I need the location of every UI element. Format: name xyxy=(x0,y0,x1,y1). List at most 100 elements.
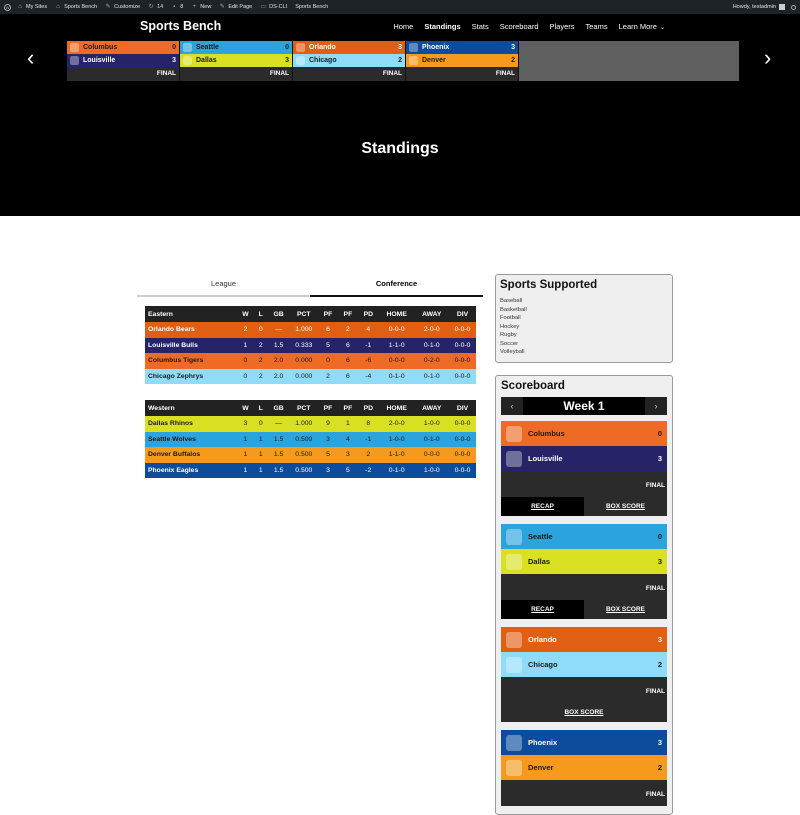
team-name-link[interactable]: Columbus Tigers xyxy=(145,353,237,369)
avatar[interactable] xyxy=(779,4,785,10)
nav-scoreboard[interactable]: Scoreboard xyxy=(500,22,539,31)
stat-cell: 0.000 xyxy=(295,357,313,365)
team-logo-icon xyxy=(506,450,522,467)
column-header: AWAY xyxy=(414,306,449,322)
stat-cell: 2.0 xyxy=(273,372,284,380)
stat-cell: 8 xyxy=(366,420,371,428)
prev-week-button[interactable]: ‹ xyxy=(501,397,523,415)
scoreboard-team-row: Dallas 3 xyxy=(501,549,667,574)
column-header: PCT xyxy=(289,400,319,416)
team-score: 3 xyxy=(657,454,662,463)
stat-cell: 1 xyxy=(346,420,350,428)
ticker-game[interactable]: Phoenix 3 Denver 2 FINAL xyxy=(406,41,519,81)
column-header: PD xyxy=(357,306,379,322)
team-name[interactable]: Dallas xyxy=(528,557,658,566)
ticker-prev-arrow[interactable]: ‹ xyxy=(27,47,34,69)
admin-updates[interactable]: ↻ 14 xyxy=(148,4,164,10)
team-name[interactable]: Denver xyxy=(528,763,658,772)
stat-cell: 0-0-0 xyxy=(388,326,405,334)
team-score: 0 xyxy=(657,532,662,541)
nav-home[interactable]: Home xyxy=(393,22,413,31)
team-name-link[interactable]: Denver Buffalos xyxy=(145,447,237,463)
stat-cell: -6 xyxy=(365,357,372,365)
admin-sports-bench[interactable]: Sports Bench xyxy=(295,4,328,10)
main-nav: Home Standings Stats Scoreboard Players … xyxy=(393,22,665,31)
team-score: 0 xyxy=(657,429,662,438)
team-logo-icon xyxy=(70,56,79,65)
week-navigator: ‹ Week 1 › xyxy=(501,397,667,415)
admin-site-name[interactable]: ⌂ Sports Bench xyxy=(55,4,97,10)
tab-league[interactable]: League xyxy=(137,279,310,297)
admin-new[interactable]: + New xyxy=(191,4,212,10)
team-logo-icon xyxy=(183,56,192,65)
table-row: Louisville Bulls 1 2 1.5 0.333 5 6 -1 1-1-0 0-1-0… xyxy=(145,337,476,354)
stat-cell: 0-0-0 xyxy=(454,357,471,365)
stat-cell: 3 xyxy=(326,435,330,443)
admin-comments[interactable]: ▪ 8 xyxy=(171,4,183,10)
admin-greeting[interactable]: Howdy, testadmin xyxy=(733,4,776,10)
ticker-game[interactable]: Seattle 0 Dallas 3 FINAL xyxy=(180,41,293,81)
team-name: Columbus xyxy=(83,44,118,51)
stat-cell: 0-1-0 xyxy=(423,341,440,349)
stat-cell: 0-0-0 xyxy=(454,466,471,474)
team-name[interactable]: Louisville xyxy=(528,454,658,463)
next-week-button[interactable]: › xyxy=(645,397,667,415)
team-name-link[interactable]: Phoenix Eagles xyxy=(145,463,237,479)
column-header: PF xyxy=(318,400,338,416)
ticker-next-arrow[interactable]: › xyxy=(764,47,771,69)
stat-cell: -1 xyxy=(365,435,372,443)
nav-players[interactable]: Players xyxy=(550,22,575,31)
nav-teams[interactable]: Teams xyxy=(586,22,608,31)
stat-cell: 1 xyxy=(243,341,248,349)
team-name[interactable]: Orlando xyxy=(528,635,658,644)
stat-cell: 2-0-0 xyxy=(388,420,405,428)
team-name[interactable]: Columbus xyxy=(528,429,658,438)
nav-stats[interactable]: Stats xyxy=(472,22,489,31)
team-name-link[interactable]: Orlando Bears xyxy=(145,322,237,338)
team-name-link[interactable]: Louisville Bulls xyxy=(145,338,237,354)
admin-edit-page[interactable]: ✎ Edit Page xyxy=(219,4,252,10)
stat-cell: 1 xyxy=(258,451,263,459)
wp-admin-bar: W ⌂ My Sites ⌂ Sports Bench ✎ Customize ↻ 14… xyxy=(0,0,800,14)
stat-cell: 6 xyxy=(346,341,350,349)
team-name[interactable]: Chicago xyxy=(528,660,658,669)
search-icon[interactable] xyxy=(791,4,796,10)
team-name-link[interactable]: Seattle Wolves xyxy=(145,432,237,448)
stat-cell: 2 xyxy=(346,326,350,334)
nav-standings[interactable]: Standings xyxy=(424,22,460,31)
scoreboard-game: Seattle 0 Dallas 3 FINAL RECAP BOX SCORE xyxy=(501,524,667,619)
box-score-link[interactable]: BOX SCORE xyxy=(501,703,667,722)
ticker-game[interactable]: Columbus 0 Louisville 3 FINAL xyxy=(67,41,180,81)
team-name-link[interactable]: Chicago Zephrys xyxy=(145,369,237,385)
admin-my-sites[interactable]: ⌂ My Sites xyxy=(17,4,47,10)
team-name[interactable]: Seattle xyxy=(528,532,658,541)
team-name-link[interactable]: Dallas Rhinos xyxy=(145,416,237,432)
recap-link[interactable]: RECAP xyxy=(501,497,584,516)
box-score-link[interactable]: BOX SCORE xyxy=(584,600,667,619)
box-score-link[interactable]: BOX SCORE xyxy=(584,497,667,516)
comments-icon: ▪ xyxy=(173,4,176,10)
recap-link[interactable]: RECAP xyxy=(501,600,584,619)
widget-title: Sports Supported xyxy=(500,279,598,291)
admin-ds-cli[interactable]: ▭ DS-CLI xyxy=(260,4,287,10)
table-row: Dallas Rhinos 3 0 — 1.000 9 1 8 2-0-0 1-0-0 0-0-0 xyxy=(145,416,476,432)
game-status: FINAL xyxy=(501,780,667,806)
site-title[interactable]: Sports Bench xyxy=(140,19,221,33)
stat-cell: 0-0-0 xyxy=(454,420,471,428)
scoreboard-team-row: Seattle 0 xyxy=(501,524,667,549)
wordpress-icon[interactable]: W xyxy=(4,3,11,11)
scoreboard-game: Phoenix 3 Denver 2 FINAL xyxy=(501,730,667,806)
column-header: L xyxy=(253,306,268,322)
tab-conference[interactable]: Conference xyxy=(310,279,483,297)
scoreboard-team-row: Chicago 2 xyxy=(501,652,667,677)
ticker-game[interactable]: Orlando 3 Chicago 2 FINAL xyxy=(293,41,406,81)
sports-supported-widget: Sports Supported Baseball Basketball Foo… xyxy=(495,274,673,363)
stat-cell: 6 xyxy=(346,372,350,380)
nav-learn-more[interactable]: Learn More ⌄ xyxy=(619,22,665,31)
admin-customize[interactable]: ✎ Customize xyxy=(105,4,141,10)
sport-item: Baseball xyxy=(500,298,523,304)
team-name[interactable]: Phoenix xyxy=(528,738,658,747)
stat-cell: 0 xyxy=(243,372,248,380)
table-header-row: Eastern W L GB PCT PF PF PD HOME AWAY DIV xyxy=(145,306,476,322)
game-status: FINAL xyxy=(501,471,667,497)
